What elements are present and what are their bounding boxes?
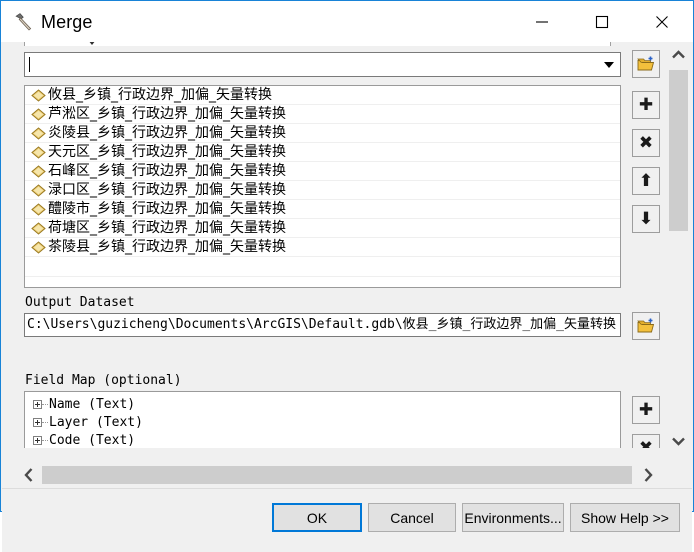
chevron-left-icon[interactable]	[16, 463, 42, 487]
environments-button[interactable]: Environments...	[462, 503, 564, 532]
horizontal-scrollbar-thumb[interactable]	[42, 466, 632, 484]
expand-plus-icon[interactable]	[33, 417, 42, 427]
dialog-client-area: 攸县_乡镇_行政边界_加偏_矢量转换 芦淞区_乡镇_行政边界_加偏_矢量转换 炎陵县…	[2, 42, 692, 552]
open-folder-icon	[637, 318, 655, 333]
polygon-feature-icon	[31, 107, 46, 121]
list-item[interactable]: 炎陵县_乡镇_行政边界_加偏_矢量转换	[25, 124, 620, 143]
list-item[interactable]: 醴陵市_乡镇_行政边界_加偏_矢量转换	[25, 200, 620, 219]
field-map-row-label: Code (Text)	[49, 432, 136, 448]
remove-dataset-button[interactable]: ✖	[632, 129, 660, 157]
merge-tool-dialog: Merge 攸县_乡镇_行政边界_加偏_矢量转换 芦淞区_乡镇_行政边界_加偏_矢…	[0, 0, 694, 552]
input-datasets-combo[interactable]	[24, 52, 621, 77]
polygon-feature-icon	[31, 183, 46, 197]
tree-connector	[42, 439, 48, 441]
maximize-icon[interactable]	[579, 1, 625, 42]
list-item-label: 炎陵县_乡镇_行政边界_加偏_矢量转换	[48, 124, 286, 141]
cancel-button[interactable]: Cancel	[368, 503, 456, 532]
arrow-up-icon: ⬆	[638, 170, 654, 191]
list-item[interactable]: 茶陵县_乡镇_行政边界_加偏_矢量转换	[25, 238, 620, 257]
move-down-button[interactable]: ⬇	[632, 205, 660, 233]
arrow-down-icon: ⬇	[638, 208, 654, 229]
list-item-label: 天元区_乡镇_行政边界_加偏_矢量转换	[48, 143, 286, 160]
move-up-button[interactable]: ⬆	[632, 167, 660, 195]
minimize-icon[interactable]	[519, 1, 565, 42]
show-help-button[interactable]: Show Help >>	[570, 503, 680, 532]
cross-icon: ✖	[638, 132, 654, 153]
expand-plus-icon[interactable]	[33, 435, 42, 445]
ok-button[interactable]: OK	[272, 503, 362, 532]
list-item[interactable]: 攸县_乡镇_行政边界_加偏_矢量转换	[25, 86, 620, 105]
open-folder-icon	[637, 56, 655, 71]
plus-icon: ✚	[638, 399, 654, 420]
list-item[interactable]: 芦淞区_乡镇_行政边界_加偏_矢量转换	[25, 105, 620, 124]
list-item-label: 醴陵市_乡镇_行政边界_加偏_矢量转换	[48, 200, 286, 217]
polygon-feature-icon	[31, 221, 46, 235]
polygon-feature-icon	[31, 145, 46, 159]
field-map-tree[interactable]: Name (Text) Layer (Text) Code (Text)	[24, 391, 621, 448]
vertical-scrollbar-thumb[interactable]	[669, 70, 688, 231]
input-datasets-list[interactable]: 攸县_乡镇_行政边界_加偏_矢量转换 芦淞区_乡镇_行政边界_加偏_矢量转换 炎陵县…	[24, 85, 621, 288]
field-map-remove-button[interactable]: ✖	[632, 434, 660, 448]
list-item[interactable]: 荷塘区_乡镇_行政边界_加偏_矢量转换	[25, 219, 620, 238]
clipped-caret-icon	[88, 42, 96, 45]
vertical-scrollbar[interactable]	[666, 42, 691, 463]
list-item-label: 茶陵县_乡镇_行政边界_加偏_矢量转换	[48, 238, 286, 255]
hammer-tool-icon	[13, 11, 35, 33]
field-map-row[interactable]: Name (Text)	[25, 395, 620, 413]
list-item-label: 芦淞区_乡镇_行政边界_加偏_矢量转换	[48, 105, 286, 122]
dialog-button-bar: OK Cancel Environments... Show Help >>	[2, 488, 692, 552]
polygon-feature-icon	[31, 202, 46, 216]
field-map-row[interactable]: Code (Text)	[25, 431, 620, 448]
chevron-down-icon[interactable]	[666, 430, 691, 452]
list-item-label: 荷塘区_乡镇_行政边界_加偏_矢量转换	[48, 219, 286, 236]
title-bar: Merge	[1, 1, 693, 42]
chevron-right-icon[interactable]	[635, 463, 661, 487]
chevron-up-icon[interactable]	[666, 44, 691, 66]
list-empty-row	[25, 277, 620, 287]
list-item-label: 石峰区_乡镇_行政边界_加偏_矢量转换	[48, 162, 286, 179]
browse-input-button[interactable]	[632, 50, 660, 78]
cross-icon: ✖	[638, 437, 654, 448]
field-map-row-label: Name (Text)	[49, 396, 136, 412]
close-icon[interactable]	[639, 1, 685, 42]
field-map-add-button[interactable]: ✚	[632, 396, 660, 424]
expand-plus-icon[interactable]	[33, 399, 42, 409]
tree-connector	[42, 421, 48, 423]
list-item[interactable]: 石峰区_乡镇_行政边界_加偏_矢量转换	[25, 162, 620, 181]
list-item-label: 攸县_乡镇_行政边界_加偏_矢量转换	[48, 86, 272, 103]
add-dataset-button[interactable]: ✚	[632, 91, 660, 119]
text-caret	[29, 57, 30, 72]
horizontal-scrollbar[interactable]	[8, 463, 666, 487]
browse-output-button[interactable]	[632, 312, 660, 340]
plus-icon: ✚	[638, 94, 654, 115]
field-map-row[interactable]: Layer (Text)	[25, 413, 620, 431]
field-map-label: Field Map (optional)	[25, 373, 182, 388]
parameter-panel: 攸县_乡镇_行政边界_加偏_矢量转换 芦淞区_乡镇_行政边界_加偏_矢量转换 炎陵县…	[8, 42, 663, 448]
polygon-feature-icon	[31, 88, 46, 102]
field-map-row-label: Layer (Text)	[49, 414, 143, 430]
tree-connector	[42, 403, 48, 405]
polygon-feature-icon	[31, 240, 46, 254]
chevron-down-icon[interactable]	[604, 62, 614, 68]
clipped-widget-above	[24, 42, 611, 46]
output-dataset-label: Output Dataset	[25, 295, 135, 310]
list-item-label: 渌口区_乡镇_行政边界_加偏_矢量转换	[48, 181, 286, 198]
output-dataset-input[interactable]: C:\Users\guzicheng\Documents\ArcGIS\Defa…	[24, 313, 621, 337]
polygon-feature-icon	[31, 164, 46, 178]
page-title: Merge	[41, 12, 93, 32]
polygon-feature-icon	[31, 126, 46, 140]
list-item[interactable]: 渌口区_乡镇_行政边界_加偏_矢量转换	[25, 181, 620, 200]
list-empty-row	[25, 257, 620, 277]
list-item[interactable]: 天元区_乡镇_行政边界_加偏_矢量转换	[25, 143, 620, 162]
